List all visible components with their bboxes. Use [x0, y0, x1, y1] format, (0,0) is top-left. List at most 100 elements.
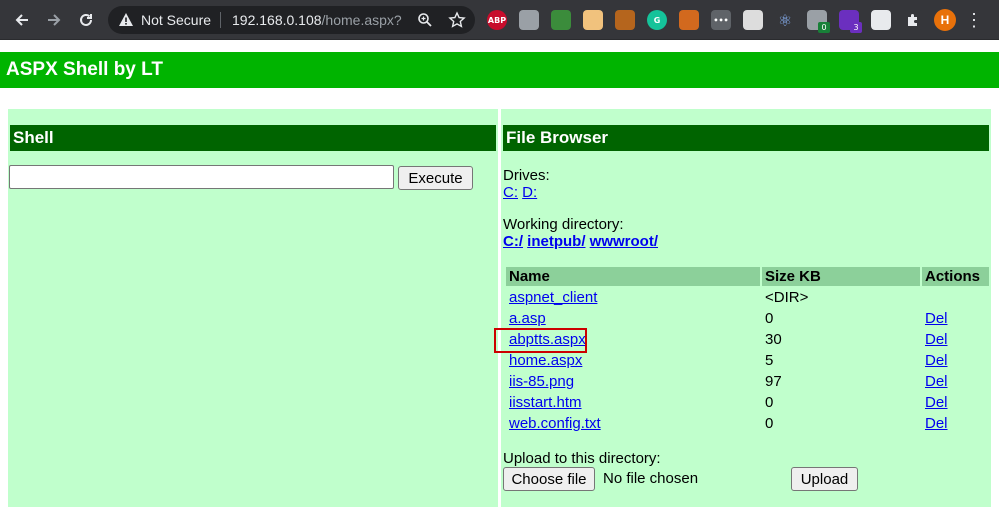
extension-badge: 3: [850, 22, 862, 33]
file-actions-cell: Del: [922, 351, 989, 370]
file-link[interactable]: home.aspx: [509, 352, 582, 369]
file-link[interactable]: iis-85.png: [509, 373, 574, 390]
reload-button[interactable]: [74, 8, 98, 32]
file-link[interactable]: aspnet_client: [509, 289, 597, 306]
bookmark-star-icon[interactable]: [448, 11, 466, 29]
breadcrumb: C:/ inetpub/ wwwroot/: [503, 233, 658, 250]
camera-icon[interactable]: [871, 10, 891, 30]
execute-button[interactable]: Execute: [398, 166, 473, 190]
extension-badge: 0: [818, 22, 830, 33]
file-name-cell: a.asp: [506, 309, 760, 328]
file-name-cell: web.config.txt: [506, 414, 760, 433]
choose-file-button[interactable]: Choose file: [503, 467, 595, 491]
file-size-cell: 30: [765, 331, 782, 348]
warning-icon[interactable]: [118, 12, 134, 28]
file-actions-cell: Del: [922, 372, 989, 391]
delete-link[interactable]: Del: [925, 331, 948, 348]
file-size-cell: 0: [765, 394, 774, 411]
main-layout: Shell Execute File Browser Drives: C: D:…: [8, 109, 991, 507]
table-row: iis-85.png 97 Del: [506, 372, 989, 391]
file-link[interactable]: web.config.txt: [509, 415, 601, 432]
table-row: a.asp 0 Del: [506, 309, 989, 328]
delete-link[interactable]: Del: [925, 352, 948, 369]
file-size-cell: <DIR>: [765, 289, 809, 306]
file-name-cell: abptts.aspx: [506, 330, 760, 349]
path-part-link[interactable]: inetpub/: [527, 233, 585, 250]
command-input[interactable]: [9, 165, 394, 189]
file-link[interactable]: a.asp: [509, 310, 546, 327]
path-part-link[interactable]: wwwroot/: [590, 233, 658, 250]
shell-panel: Shell Execute: [8, 109, 498, 507]
drive-link-c[interactable]: C:: [503, 184, 518, 201]
delete-link[interactable]: Del: [925, 415, 948, 432]
face-icon[interactable]: [583, 10, 603, 30]
upload-button[interactable]: Upload: [791, 467, 858, 491]
address-bar[interactable]: Not Secure 192.168.0.108/home.aspx?: [108, 6, 475, 34]
file-table-body: aspnet_client <DIR> a.asp 0 Del abptts.aspx 30…: [506, 288, 989, 433]
column-header-size: Size KB: [762, 267, 920, 286]
file-actions-cell: [922, 288, 989, 307]
omnibox-divider: [220, 12, 221, 28]
file-link[interactable]: iisstart.htm: [509, 394, 582, 411]
file-size-cell: 97: [765, 373, 782, 390]
file-name-cell: home.aspx: [506, 351, 760, 370]
drives-label: Drives:: [503, 167, 550, 184]
shell-heading: Shell: [10, 125, 496, 151]
browser-menu-icon[interactable]: ⋮: [965, 10, 983, 30]
file-browser-heading: File Browser: [503, 125, 989, 151]
drive-link-d[interactable]: D:: [522, 184, 537, 201]
delete-link[interactable]: Del: [925, 373, 948, 390]
back-button[interactable]: [10, 8, 34, 32]
url-text[interactable]: 192.168.0.108/home.aspx?: [232, 12, 402, 28]
file-actions-cell: Del: [922, 414, 989, 433]
zoom-icon[interactable]: [417, 12, 433, 28]
react-icon[interactable]: ⚛: [775, 10, 795, 30]
file-table-header: Name Size KB Actions: [506, 267, 989, 286]
url-host: 192.168.0.108: [232, 12, 322, 28]
security-label[interactable]: Not Secure: [141, 12, 211, 28]
table-row: iisstart.htm 0 Del: [506, 393, 989, 412]
table-row: aspnet_client <DIR>: [506, 288, 989, 307]
page-content: ASPX Shell by LT Shell Execute File Brow…: [0, 40, 999, 512]
file-table: Name Size KB Actions aspnet_client <DIR> a…: [504, 265, 991, 435]
table-row: abptts.aspx 30 Del: [506, 330, 989, 349]
table-row: home.aspx 5 Del: [506, 351, 989, 370]
file-size-cell: 0: [765, 415, 774, 432]
dots-icon[interactable]: •••: [711, 10, 731, 30]
file-name-cell: iisstart.htm: [506, 393, 760, 412]
file-name-cell: iis-85.png: [506, 372, 760, 391]
working-directory-label: Working directory:: [503, 216, 624, 233]
tag-icon[interactable]: [743, 10, 763, 30]
shield-icon[interactable]: [551, 10, 571, 30]
drives-list: C: D:: [503, 184, 537, 201]
file-actions-cell: Del: [922, 309, 989, 328]
forward-button[interactable]: [42, 8, 66, 32]
file-actions-cell: Del: [922, 330, 989, 349]
file-size-cell: 5: [765, 352, 774, 369]
puzzle-icon[interactable]: [903, 10, 923, 30]
file-browser-panel: File Browser Drives: C: D: Working direc…: [501, 109, 991, 507]
path-part-link[interactable]: C:/: [503, 233, 523, 250]
reload-icon: [80, 13, 92, 26]
no-file-chosen-text: No file chosen: [603, 470, 699, 487]
cookie-editor-icon[interactable]: [679, 10, 699, 30]
abp-icon[interactable]: ABP: [487, 10, 507, 30]
delete-link[interactable]: Del: [925, 394, 948, 411]
upload-label: Upload to this directory:: [503, 450, 661, 467]
column-header-name: Name: [506, 267, 760, 286]
table-row: web.config.txt 0 Del: [506, 414, 989, 433]
extension-cloud-icon[interactable]: [519, 10, 539, 30]
profile-avatar[interactable]: H: [934, 9, 956, 31]
grammarly-icon[interactable]: G: [647, 10, 667, 30]
file-name-cell: aspnet_client: [506, 288, 760, 307]
file-size-cell: 0: [765, 310, 774, 327]
column-header-actions: Actions: [922, 267, 989, 286]
file-link[interactable]: abptts.aspx: [509, 331, 586, 348]
page-title: ASPX Shell by LT: [0, 52, 999, 88]
delete-link[interactable]: Del: [925, 310, 948, 327]
file-actions-cell: Del: [922, 393, 989, 412]
url-path: /home.aspx?: [321, 12, 402, 28]
back-arrow-icon: [15, 14, 28, 26]
cookie-icon[interactable]: [615, 10, 635, 30]
browser-toolbar: Not Secure 192.168.0.108/home.aspx? ABP G…: [0, 0, 999, 40]
